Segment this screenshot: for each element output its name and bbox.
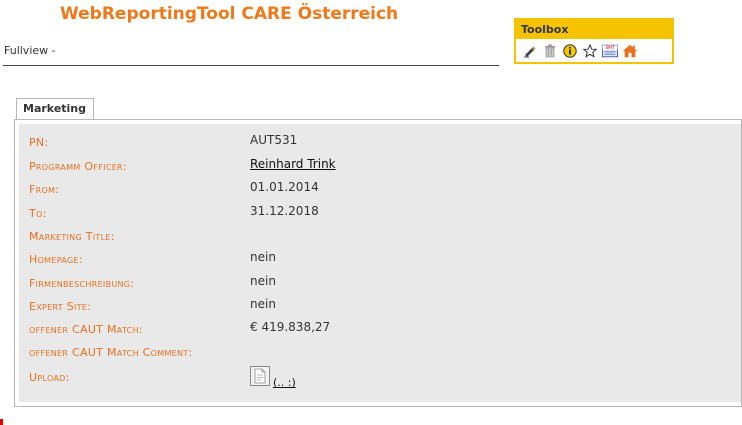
- field-row-offener-caut-match-comment: offener CAUT Match Comment:: [29, 343, 729, 363]
- homepage-label: Homepage:: [29, 253, 83, 266]
- field-row-pn: PN: AUT531: [29, 133, 729, 153]
- star-icon[interactable]: [582, 43, 598, 59]
- expert-site-value: nein: [250, 297, 276, 311]
- field-row-upload: Upload: (.. :): [29, 366, 729, 394]
- toolbox-icons: SMT: [516, 39, 672, 59]
- firmenbeschreibung-label: Firmenbeschreibung:: [29, 277, 135, 290]
- marketing-panel: PN: AUT531 Programm Officer: Reinhard Tr…: [14, 119, 742, 407]
- upload-label: Upload:: [29, 371, 70, 384]
- toolbox-title: Toolbox: [516, 20, 672, 39]
- tab-marketing[interactable]: Marketing: [16, 98, 94, 120]
- marketing-title-label: Marketing Title:: [29, 230, 115, 243]
- page-subtitle: Fullview -: [4, 44, 56, 57]
- marketing-fields: PN: AUT531 Programm Officer: Reinhard Tr…: [19, 124, 741, 402]
- upload-link[interactable]: (.. :): [273, 376, 296, 389]
- red-marker: [0, 419, 3, 425]
- expert-site-label: Expert Site:: [29, 300, 92, 313]
- field-row-from: From: 01.01.2014: [29, 180, 729, 200]
- offener-caut-match-value: € 419.838,27: [250, 320, 331, 334]
- programm-officer-label: Programm Officer:: [29, 160, 127, 173]
- programm-officer-link[interactable]: Reinhard Trink: [250, 157, 336, 171]
- field-row-programm-officer: Programm Officer: Reinhard Trink: [29, 157, 729, 177]
- file-icon[interactable]: [250, 366, 270, 386]
- offener-caut-match-comment-label: offener CAUT Match Comment:: [29, 346, 193, 359]
- field-row-expert-site: Expert Site: nein: [29, 297, 729, 317]
- edit-icon[interactable]: [522, 43, 538, 59]
- pn-label: PN:: [29, 136, 49, 149]
- field-row-firmenbeschreibung: Firmenbeschreibung: nein: [29, 274, 729, 294]
- trash-icon[interactable]: [542, 43, 558, 59]
- to-value: 31.12.2018: [250, 204, 319, 218]
- info-icon[interactable]: [562, 43, 578, 59]
- toolbox: Toolbox SMT: [514, 18, 674, 64]
- field-row-to: To: 31.12.2018: [29, 204, 729, 224]
- sms-icon[interactable]: SMT: [602, 43, 618, 59]
- offener-caut-match-label: offener CAUT Match:: [29, 323, 143, 336]
- header-divider: [3, 65, 499, 66]
- app-title: WebReportingTool CARE Österreich: [60, 4, 399, 24]
- sms-icon-label: SMT: [605, 45, 615, 51]
- from-label: From:: [29, 183, 60, 196]
- homepage-value: nein: [250, 250, 276, 264]
- home-icon[interactable]: [622, 43, 638, 59]
- pn-value: AUT531: [250, 133, 298, 147]
- field-row-homepage: Homepage: nein: [29, 250, 729, 270]
- firmenbeschreibung-value: nein: [250, 274, 276, 288]
- to-label: To:: [29, 207, 47, 220]
- from-value: 01.01.2014: [250, 180, 319, 194]
- field-row-offener-caut-match: offener CAUT Match: € 419.838,27: [29, 320, 729, 340]
- field-row-marketing-title: Marketing Title:: [29, 227, 729, 247]
